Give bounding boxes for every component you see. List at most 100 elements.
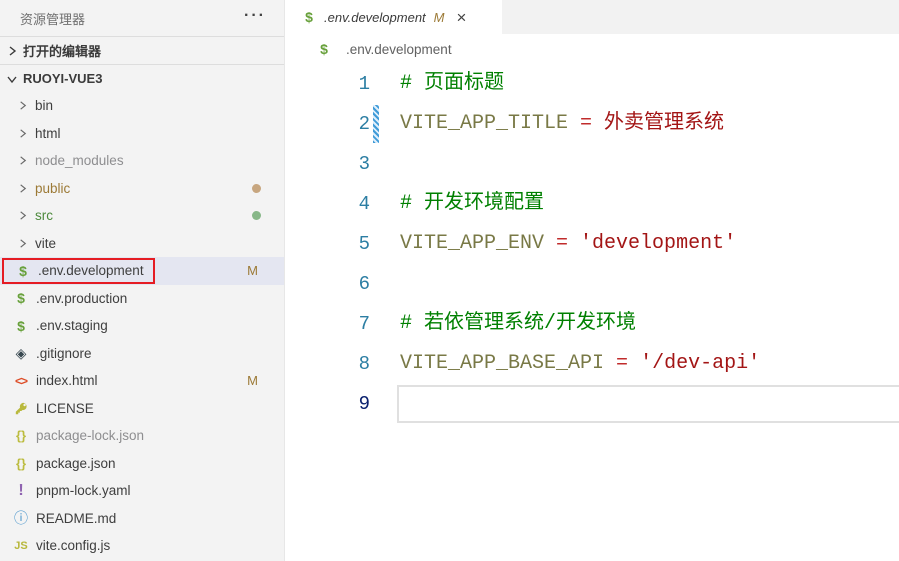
info-icon: ⓘ [12,508,30,528]
tree-item-package-lock.json[interactable]: {}package-lock.json [0,422,284,450]
modified-badge: M [247,263,258,278]
tree-item-README.md[interactable]: ⓘREADME.md [0,505,284,533]
file-name-label: package.json [36,456,116,471]
code-text: # 页面标题 [400,64,504,104]
code-text: VITE_APP_TITLE = 外卖管理系统 [400,104,724,144]
html-icon: <> [12,374,30,388]
folder-name-label: src [35,208,53,223]
token-op: = [544,232,580,255]
dollar-icon: $ [315,41,333,57]
tree-item-.gitignore[interactable]: ◈ .gitignore [0,340,284,368]
vscode-window: 资源管理器 ··· 打开的编辑器 RUOYI-VUE3 bin html node_… [0,0,899,561]
tree-item-src[interactable]: src [0,202,284,230]
chevron-right-icon [5,45,19,57]
open-editors-section-header[interactable]: 打开的编辑器 [0,36,284,64]
tree-item-package.json[interactable]: {} package.json [0,450,284,478]
tree-item-LICENSE[interactable]: LICENSE [0,395,284,423]
chevron-down-icon [5,73,19,85]
code-line-7[interactable]: 7 # 若依管理系统/开发环境 [285,304,899,344]
tree-item-bin[interactable]: bin [0,92,284,120]
token-str: 外卖管理系统 [604,112,724,135]
more-actions-icon[interactable]: ··· [244,4,266,28]
modified-line-gutter-marker [373,105,379,143]
dollar-icon: $ [12,318,30,334]
project-root-label: RUOYI-VUE3 [23,71,102,86]
line-number: 3 [285,144,370,184]
file-name-label: index.html [36,373,98,388]
code-line-6[interactable]: 6 [285,264,899,304]
explorer-header: 资源管理器 ··· [0,0,284,36]
editor-pane: $ .env.development M × $ .env.developmen… [285,0,899,561]
line-number: 2 [285,104,370,144]
modified-dot-badge [252,184,261,193]
code-line-3[interactable]: 3 [285,144,899,184]
token-key: VITE_APP_ENV [400,232,544,255]
file-name-label: LICENSE [36,401,94,416]
file-name-label: .env.production [36,291,127,306]
code-area[interactable]: 1# 页面标题2 VITE_APP_TITLE = 外卖管理系统 34 # 开发环境配… [285,64,899,424]
tree-item-.env.staging[interactable]: $ .env.staging [0,312,284,340]
line-number: 7 [285,304,370,344]
braces-icon: {} [12,456,30,471]
tree-item-html[interactable]: html [0,120,284,148]
explorer-title: 资源管理器 [20,9,85,28]
current-line-highlight [397,385,899,423]
tree-item-vite[interactable]: vite [0,230,284,258]
token-comment: # 页面标题 [400,72,504,95]
chevron-right-icon [14,210,30,221]
code-text: VITE_APP_ENV = 'development' [400,224,736,264]
file-name-label: .env.development [38,263,144,278]
dollar-icon: $ [14,263,32,279]
code-line-5[interactable]: 5 VITE_APP_ENV = 'development' [285,224,899,264]
key-icon [12,402,30,415]
tree-item-.env.production[interactable]: $ .env.production [0,285,284,313]
folder-name-label: node_modules [35,153,124,168]
open-editors-label: 打开的编辑器 [23,41,101,60]
token-op: = [568,112,604,135]
chevron-right-icon [14,128,30,139]
code-line-1[interactable]: 1# 页面标题 [285,64,899,104]
breadcrumb: $ .env.development [285,34,899,64]
file-name-label: .env.staging [36,318,108,333]
line-number: 6 [285,264,370,304]
tree-item-pnpm-lock.yaml[interactable]: !pnpm-lock.yaml [0,477,284,505]
folder-name-label: html [35,126,61,141]
file-name-label: pnpm-lock.yaml [36,483,131,498]
explorer-sidebar: 资源管理器 ··· 打开的编辑器 RUOYI-VUE3 bin html node_… [0,0,285,561]
line-number: 5 [285,224,370,264]
code-line-8[interactable]: 8VITE_APP_BASE_API = '/dev-api' [285,344,899,384]
tree-item-.env.development[interactable]: $ .env.development M [0,257,284,285]
breadcrumb-item-filename[interactable]: .env.development [346,42,452,57]
tree-item-index.html[interactable]: <> index.html M [0,367,284,395]
token-comment: # 若依管理系统/开发环境 [400,312,636,335]
tree-item-node_modules[interactable]: node_modules [0,147,284,175]
line-number: 4 [285,184,370,224]
red-annotation-box: $ .env.development [2,258,155,284]
token-key: VITE_APP_BASE_API [400,352,604,375]
tree-item-vite.config.js[interactable]: JSvite.config.js [0,532,284,560]
modified-badge: M [247,373,258,388]
tab-label: .env.development [324,10,426,25]
token-str: 'development' [580,232,736,255]
code-line-9[interactable]: 9 [285,384,899,424]
code-line-4[interactable]: 4 # 开发环境配置 [285,184,899,224]
file-name-label: .gitignore [36,346,92,361]
token-comment: # 开发环境配置 [400,192,544,215]
token-key: VITE_APP_TITLE [400,112,568,135]
project-root-section-header[interactable]: RUOYI-VUE3 [0,64,284,92]
dollar-icon: $ [300,9,318,25]
folder-name-label: vite [35,236,56,251]
chevron-right-icon [14,183,30,194]
line-number: 8 [285,344,370,384]
tree-item-public[interactable]: public [0,175,284,203]
tab-modified-badge: M [434,10,445,25]
code-text: # 若依管理系统/开发环境 [400,304,636,344]
code-line-2[interactable]: 2 VITE_APP_TITLE = 外卖管理系统 [285,104,899,144]
code-text: # 开发环境配置 [400,184,544,224]
dollar-icon: $ [12,290,30,306]
added-dot-badge [252,211,261,220]
close-icon[interactable]: × [457,9,467,26]
file-name-label: package-lock.json [36,428,144,443]
git-icon: ◈ [12,345,30,362]
tab-env-development[interactable]: $ .env.development M × [285,0,502,34]
